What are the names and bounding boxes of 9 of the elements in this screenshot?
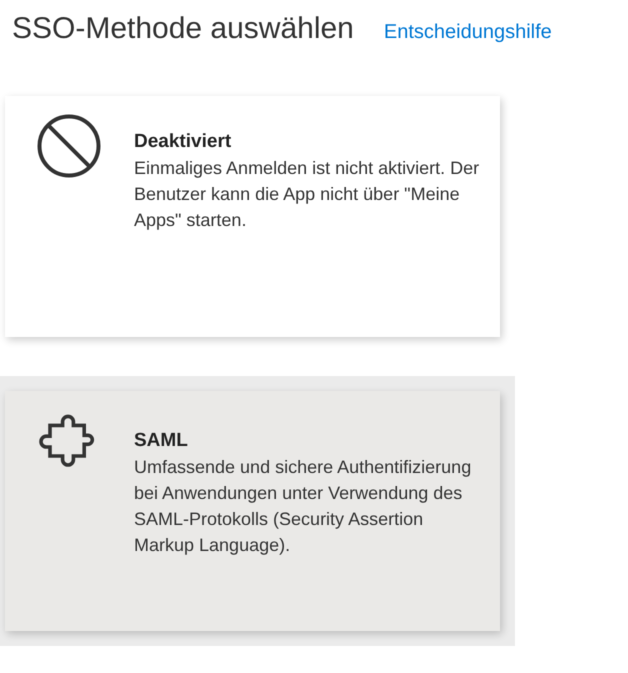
method-title: Deaktiviert xyxy=(134,131,232,153)
prohibited-icon xyxy=(37,114,101,178)
method-title: SAML xyxy=(134,430,189,452)
method-card[interactable]: SAML Umfassende und sichere Authentifizierung bei Anwendungen unter Verwendung des SAML-Protokolls (Security Assertion Markup Language). xyxy=(5,391,500,631)
help-link[interactable]: Entscheidungshilfe xyxy=(384,21,552,44)
method-description: Umfassende und sichere Authentifizierung bei Anwendungen unter Verwendung des SAML-Protokolls (Security Assertion Markup Language). xyxy=(134,456,472,557)
page-title: SSO-Methode auswählen xyxy=(12,12,354,46)
method-description: Einmaliges Anmelden ist nicht aktiviert. Der Benutzer kann die App nicht über "Meine Apps" starten. xyxy=(134,157,480,232)
method-card[interactable]: Deaktiviert Einmaliges Anmelden ist nicht aktiviert. Der Benutzer kann die App nicht über "Meine Apps" starten. xyxy=(5,96,500,337)
